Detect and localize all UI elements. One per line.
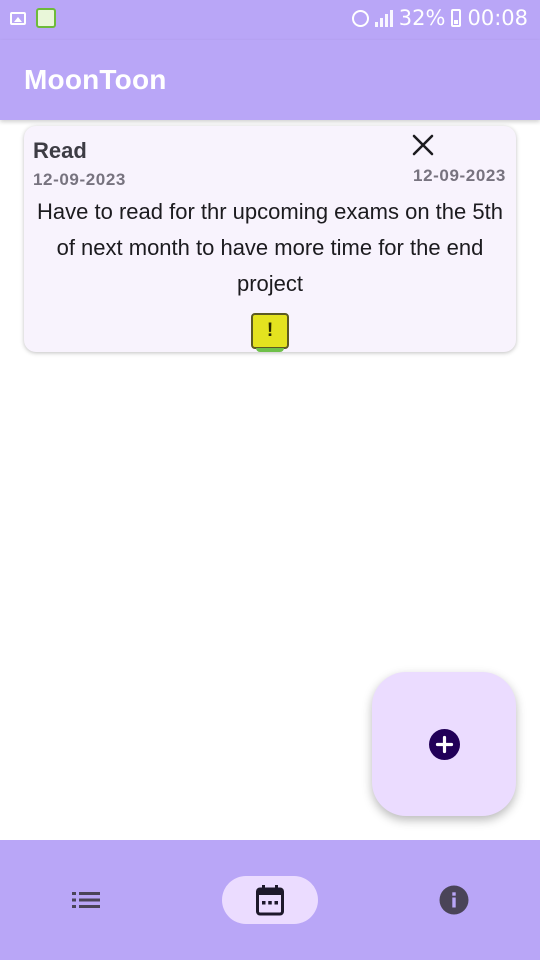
priority-symbol: ! xyxy=(266,320,274,341)
nav-tab-calendar[interactable] xyxy=(222,876,318,924)
task-due-date: 12-09-2023 xyxy=(413,166,506,185)
bottom-navigation xyxy=(0,840,540,960)
alarm-icon xyxy=(351,9,369,27)
calendar-icon xyxy=(256,885,284,916)
close-icon xyxy=(412,134,434,156)
battery-percent: 32% xyxy=(398,6,446,30)
task-description: Have to read for thr upcoming exams on t… xyxy=(37,199,503,296)
list-icon xyxy=(72,892,100,908)
signal-icon xyxy=(374,9,393,27)
status-bar-system: 32% 00:08 xyxy=(351,6,528,30)
delete-task-button[interactable] xyxy=(408,130,438,160)
task-card[interactable]: Read 12-09-2023 12-09-2023 Have to read … xyxy=(24,126,516,352)
add-circle-icon xyxy=(428,728,460,760)
info-icon xyxy=(439,885,469,915)
add-task-button[interactable] xyxy=(372,672,516,816)
task-start-date: 12-09-2023 xyxy=(33,170,126,189)
clock: 00:08 xyxy=(467,6,528,30)
nav-tab-list[interactable] xyxy=(58,876,114,924)
app-title: MoonToon xyxy=(24,64,167,95)
image-icon xyxy=(10,11,26,25)
nav-tab-info[interactable] xyxy=(426,876,482,924)
status-bar: 32% 00:08 xyxy=(0,0,540,40)
priority-badge[interactable]: ! xyxy=(251,313,289,352)
battery-icon xyxy=(451,9,462,27)
status-bar-notifications xyxy=(10,8,56,28)
app-bar: MoonToon xyxy=(0,40,540,120)
app-notification-icon xyxy=(36,8,56,28)
task-title: Read xyxy=(33,138,87,163)
